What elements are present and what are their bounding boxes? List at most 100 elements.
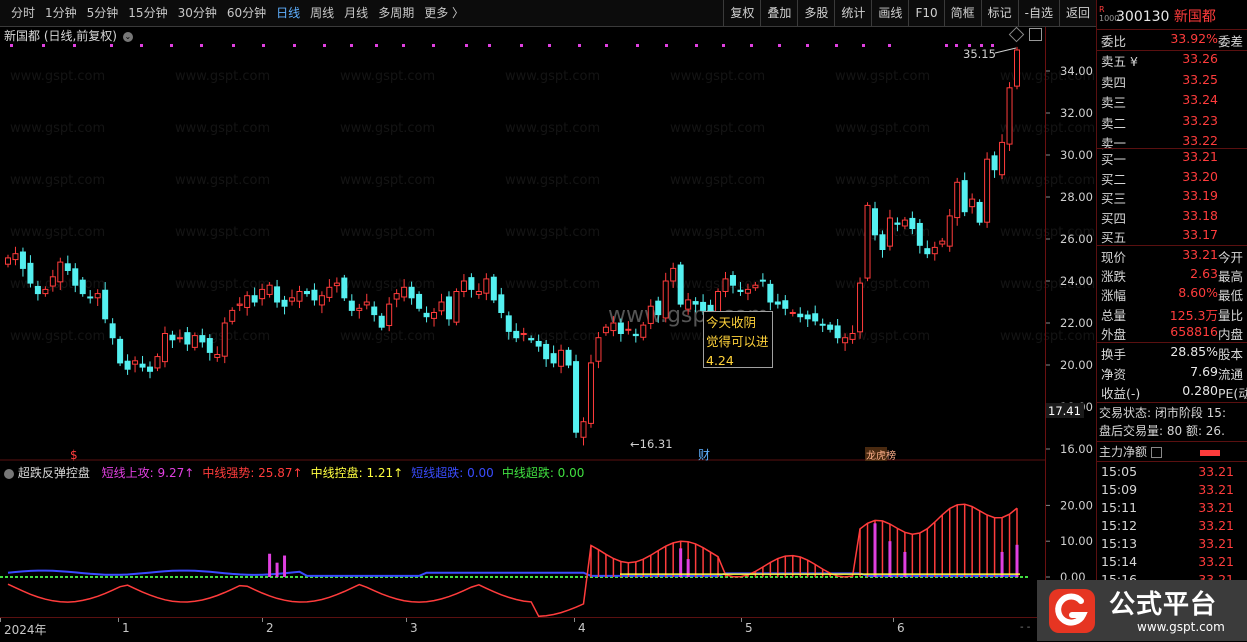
- quote-row[interactable]: 外盘 658816 内盘: [1099, 324, 1247, 342]
- tick-time: 15:11: [1101, 500, 1138, 515]
- candle-body: [311, 289, 318, 301]
- candle-body: [886, 217, 893, 247]
- indicator-name[interactable]: 超跌反弹控盘: [18, 466, 90, 480]
- signal-dot: [806, 44, 809, 47]
- bid-row[interactable]: 买一 33.21: [1099, 149, 1247, 167]
- date-label: 6: [897, 621, 905, 635]
- candle-body: [558, 349, 565, 367]
- candle-body: [969, 198, 976, 208]
- tick-time: 15:12: [1101, 518, 1138, 533]
- candle-body: [259, 288, 266, 300]
- capital-flow-header[interactable]: 主力净额: [1099, 443, 1220, 460]
- candle-body: [363, 301, 370, 306]
- quote-row-value: 2.63: [1190, 266, 1218, 282]
- stat-row[interactable]: 收益(-) 0.280PE(动: [1099, 383, 1247, 401]
- price-label: 34.00: [1060, 64, 1093, 78]
- indicator-label: 20.00: [1060, 498, 1093, 512]
- candle-body: [348, 300, 355, 311]
- signal-dot: [665, 44, 668, 47]
- bid-row-label: 买一: [1101, 152, 1127, 167]
- candle-body: [610, 322, 617, 332]
- candle-body: [729, 275, 736, 286]
- candle-body: [834, 325, 841, 339]
- ask-row[interactable]: 卖五 ¥ 33.26: [1099, 51, 1247, 69]
- badge-letter: R: [1099, 5, 1105, 14]
- candle-body: [976, 201, 983, 223]
- watermark-text: www.gspt.com: [10, 121, 105, 136]
- indicator-legend: 超跌反弹控盘 短线上攻: 9.27↑ 中线强势: 25.87↑ 中线控盘: 1.21…: [4, 464, 584, 481]
- bid-row[interactable]: 买二 33.20: [1099, 169, 1247, 187]
- annotation-box[interactable]: 今天收阴 觉得可以进 4.24: [703, 311, 773, 368]
- ask-row[interactable]: 卖三 33.24: [1099, 92, 1247, 110]
- candle-body: [453, 291, 460, 323]
- candle-body: [475, 291, 482, 295]
- candle-body: [326, 286, 333, 298]
- scroll-handle[interactable]: - -: [1020, 622, 1030, 633]
- quote-row-extra: 今开: [1218, 250, 1244, 265]
- candle-body: [393, 293, 400, 300]
- high-arrow: [994, 47, 1017, 54]
- quote-row[interactable]: 涨幅 8.60% 最低: [1099, 285, 1247, 303]
- watermark-text: www.gspt.com: [340, 173, 435, 188]
- after-hours-text: 盘后交易量: 80 额: 26.: [1099, 424, 1225, 438]
- price-label: 32.00: [1060, 106, 1093, 120]
- quote-row[interactable]: 总量 125.3万 量比: [1099, 305, 1247, 323]
- list-icon[interactable]: [1150, 447, 1162, 458]
- bid-row-label: 买五: [1101, 230, 1127, 245]
- date-label: 1: [122, 621, 130, 635]
- candle-body: [27, 262, 34, 284]
- candle-body: [154, 356, 161, 369]
- tick-price: 33.21: [1198, 500, 1234, 515]
- candle-body: [431, 312, 438, 319]
- kline-chart[interactable]: www.gspt.com www.gspt.com www.gspt.com www.…: [0, 0, 1096, 641]
- watermark-text: www.gspt.com: [505, 121, 600, 136]
- bid-row[interactable]: 买三 33.19: [1099, 188, 1247, 206]
- tick-time: 15:05: [1101, 464, 1138, 479]
- watermark-text: www.gspt.com: [10, 329, 105, 344]
- tick-price: 33.21: [1198, 518, 1234, 533]
- quote-row-label: 现价: [1101, 250, 1127, 265]
- signal-dot: [955, 44, 958, 47]
- date-tick: [262, 618, 263, 622]
- candle-body: [752, 284, 759, 289]
- signal-dot: [170, 44, 173, 47]
- bid-row[interactable]: 买四 33.18: [1099, 208, 1247, 226]
- ask-row-label: 卖二: [1101, 115, 1127, 131]
- candle-body: [513, 330, 520, 339]
- stat-row[interactable]: 换手 28.85% 股本: [1099, 344, 1247, 362]
- candle-body: [901, 219, 908, 227]
- stock-header[interactable]: 300130 新国都: [1116, 6, 1216, 26]
- ask-row[interactable]: 卖四 33.25: [1099, 72, 1247, 90]
- quote-row[interactable]: 涨跌 2.63 最高: [1099, 266, 1247, 284]
- price-label: 30.00: [1060, 148, 1093, 162]
- candle-body: [528, 338, 535, 341]
- candle-body: [214, 354, 221, 358]
- candle-body: [819, 323, 826, 326]
- stock-name: 新国都: [1173, 9, 1216, 25]
- stat-row-label: 净资: [1101, 366, 1127, 382]
- signal-dot: [548, 44, 551, 47]
- candle-body: [221, 322, 228, 357]
- watermark-text: www.gspt.com: [835, 173, 930, 188]
- candle-body: [378, 315, 385, 328]
- quote-row[interactable]: 现价 33.21 今开: [1099, 247, 1247, 265]
- bid-row[interactable]: 买五 33.17: [1099, 227, 1247, 245]
- candle-body: [640, 324, 647, 338]
- stat-row[interactable]: 净资 7.69 流通: [1099, 364, 1247, 382]
- watermark-text: www.gspt.com: [340, 277, 435, 292]
- candle-body: [543, 343, 550, 360]
- watermark-text: www.gspt.com: [175, 225, 270, 240]
- date-label: 2: [266, 621, 274, 635]
- watermark-text: www.gspt.com: [175, 277, 270, 292]
- weibi-row[interactable]: 委比 33.92% 委差: [1099, 31, 1247, 49]
- signal-dot: [722, 44, 725, 47]
- indicator-menu-icon[interactable]: [4, 468, 14, 479]
- signal-dot: [520, 44, 523, 47]
- price-label: 20.00: [1060, 358, 1093, 372]
- watermark-text: www.gspt.com: [10, 69, 105, 84]
- panel-toggle-icon[interactable]: [1029, 28, 1042, 41]
- indicator-value: 短线上攻: 9.27↑: [101, 466, 195, 480]
- stat-row-extra: 流通: [1218, 366, 1244, 382]
- ask-row[interactable]: 卖二 33.23: [1099, 113, 1247, 131]
- candle-body: [692, 301, 699, 305]
